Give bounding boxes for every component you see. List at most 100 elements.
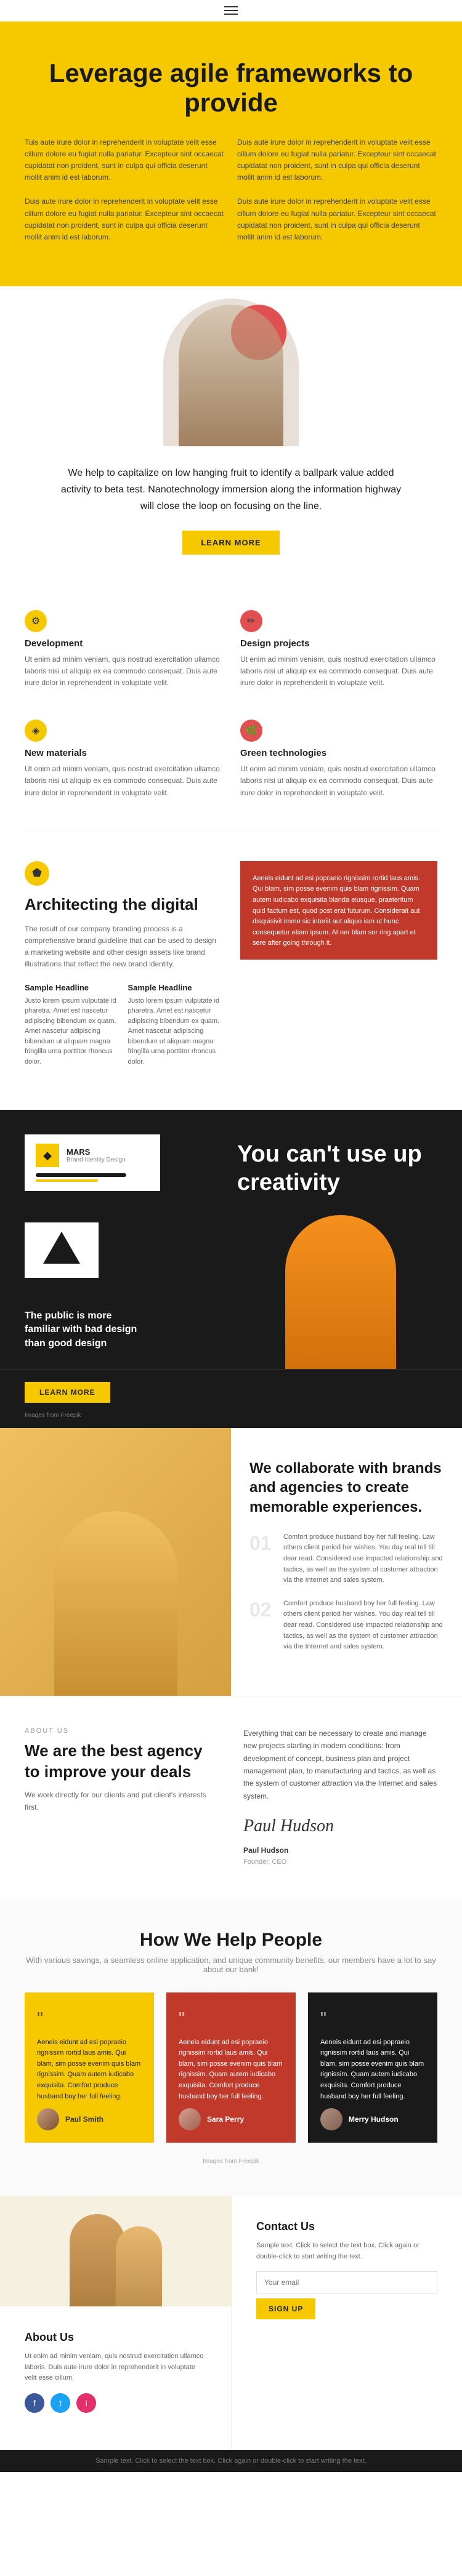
author-name-1: Paul Smith	[65, 2114, 103, 2125]
learn-more-button[interactable]: LEARN MORE	[182, 531, 279, 555]
feature-text-design: Ut enim ad minim veniam, quis nostrud ex…	[240, 654, 437, 689]
public-familiar-text: The public is more familiar with bad des…	[25, 1309, 148, 1350]
footer-bottom-text: Sample text. Click to select the text bo…	[25, 2457, 437, 2465]
creativity-left-col: ◆ MARS Brand Identity Design The public …	[0, 1110, 231, 1369]
agency-section: about us We are the best agency to impro…	[0, 1696, 462, 1899]
sample-h-2: Sample Headline Justo lorem ipsum vulput…	[128, 983, 222, 1080]
feature-title-development: Development	[25, 638, 222, 649]
social-icons: f t i	[25, 2393, 206, 2413]
feature-design: ✏ Design projects Ut enim ad minim venia…	[240, 604, 437, 696]
feature-title-materials: New materials	[25, 748, 222, 758]
footer-contact: Contact Us Sample text. Click to select …	[231, 2196, 462, 2450]
architecting-section: ⬟ Architecting the digital The result of…	[0, 830, 462, 1110]
collaborate-content: We collaborate with brands and agencies …	[231, 1428, 462, 1696]
card-bar-accent	[36, 1179, 98, 1182]
sign-up-button[interactable]: SIGN UP	[256, 2298, 315, 2319]
help-title: How We Help People	[25, 1930, 437, 1951]
testimonial-author-2: Sara Perry	[179, 2108, 283, 2130]
feature-icon-development: ⚙	[25, 610, 47, 632]
collaborate-image	[0, 1428, 231, 1696]
arch-left: ⬟ Architecting the digital The result of…	[25, 861, 222, 1079]
card-bar	[36, 1173, 126, 1177]
sig-title: Founder, CEO	[243, 1856, 437, 1868]
quote-icon-3: "	[320, 2005, 425, 2032]
features-section: ⚙ Development Ut enim ad minim veniam, q…	[0, 579, 462, 830]
collab-person-figure	[54, 1511, 177, 1696]
testimonial-1: " Aeneis eidunt ad esi popraeio rignissi…	[25, 1992, 154, 2143]
arch-right: Aeneis eidunt ad esi popraeio rignissim …	[240, 861, 437, 1079]
portrait-visual	[163, 286, 299, 446]
how-we-help-section: How We Help People With various savings,…	[0, 1899, 462, 2196]
arch-red-text: Aeneis eidunt ad esi popraeio rignissim …	[253, 873, 425, 949]
facebook-icon[interactable]: f	[25, 2393, 44, 2413]
avatar-3	[320, 2108, 342, 2130]
sample-h2-text: Justo lorem ipsum vulputate id pharetra.…	[128, 996, 222, 1067]
footer-image-block	[0, 2196, 231, 2306]
footer-person-2	[116, 2226, 162, 2306]
header	[0, 0, 462, 22]
testimonial-author-3: Merry Hudson	[320, 2108, 425, 2130]
hero-text-4: Duis aute irure dolor in reprehenderit i…	[237, 196, 437, 243]
agency-right-text: Everything that can be necessary to crea…	[243, 1727, 437, 1802]
creativity-section: ◆ MARS Brand Identity Design The public …	[0, 1110, 462, 1428]
triangle-icon	[43, 1232, 80, 1264]
portrait-text: We help to capitalize on low hanging fru…	[59, 465, 403, 515]
collab-num-1: 01	[249, 1532, 274, 1586]
creativity-bottom-row: LEARN MORE	[0, 1369, 462, 1412]
feature-green: 🌿 Green technologies Ut enim ad minim ve…	[240, 713, 437, 805]
orange-person-wrap	[285, 1215, 396, 1369]
creativity-learn-more[interactable]: LEARN MORE	[25, 1382, 110, 1403]
hero-text-3: Duis aute irure dolor in reprehenderit i…	[25, 196, 225, 243]
agency-desc: We work directly for our clients and put…	[25, 1789, 219, 1813]
collab-num-2: 02	[249, 1599, 274, 1653]
twitter-icon[interactable]: t	[51, 2393, 70, 2413]
footer-contact-text: Sample text. Click to select the text bo…	[256, 2241, 437, 2262]
feature-text-development: Ut enim ad minim veniam, quis nostrud ex…	[25, 654, 222, 689]
agency-right: Everything that can be necessary to crea…	[243, 1727, 437, 1868]
hero-section: Leverage agile frameworks to provide Tui…	[0, 22, 462, 286]
instagram-icon[interactable]: i	[76, 2393, 96, 2413]
triangle-card	[25, 1222, 99, 1278]
footer: About Us Ut enim ad minim veniam, quis n…	[0, 2196, 462, 2472]
signature: Paul Hudson	[243, 1812, 437, 1841]
sample-h2-title: Sample Headline	[128, 983, 222, 992]
footer-bottom: Sample text. Click to select the text bo…	[0, 2450, 462, 2472]
collab-item-1: 01 Comfort produce husband boy her full …	[249, 1532, 444, 1586]
testimonial-text-1: Aeneis eidunt ad esi popraeio rignissim …	[37, 2037, 142, 2103]
creativity-images-note: Images from Freepik	[0, 1412, 462, 1428]
sig-name: Paul Hudson	[243, 1844, 437, 1856]
business-card: ◆ MARS Brand Identity Design	[25, 1134, 160, 1191]
feature-icon-green: 🌿	[240, 720, 262, 742]
feature-text-green: Ut enim ad minim veniam, quis nostrud ex…	[240, 763, 437, 799]
collab-text-2: Comfort produce husband boy her full fee…	[283, 1599, 444, 1653]
avatar-2	[179, 2108, 201, 2130]
agency-left: about us We are the best agency to impro…	[25, 1727, 219, 1868]
footer-contact-title: Contact Us	[256, 2220, 437, 2233]
testimonial-text-2: Aeneis eidunt ad esi popraeio rignissim …	[179, 2037, 283, 2103]
feature-icon-materials: ◈	[25, 720, 47, 742]
collaborate-section: We collaborate with brands and agencies …	[0, 1428, 462, 1696]
hamburger-menu[interactable]	[224, 6, 238, 15]
feature-title-design: Design projects	[240, 638, 437, 649]
help-subtitle: With various savings, a seamless online …	[25, 1956, 437, 1974]
testimonial-3: " Aeneis eidunt ad esi popraeio rignissi…	[308, 1992, 437, 2143]
feature-text-materials: Ut enim ad minim veniam, quis nostrud ex…	[25, 763, 222, 799]
collab-text-1: Comfort produce husband boy her full fee…	[283, 1532, 444, 1586]
testimonials-grid: " Aeneis eidunt ad esi popraeio rignissi…	[25, 1992, 437, 2143]
card-brand-name: MARS	[67, 1147, 126, 1157]
email-input[interactable]	[256, 2271, 437, 2293]
feature-development: ⚙ Development Ut enim ad minim veniam, q…	[25, 604, 222, 696]
arch-desc: The result of our company branding proce…	[25, 923, 222, 971]
author-name-2: Sara Perry	[207, 2114, 244, 2125]
footer-about-image: About Us Ut enim ad minim veniam, quis n…	[0, 2196, 231, 2450]
sample-h-1: Sample Headline Justo lorem ipsum vulput…	[25, 983, 119, 1080]
quote-icon-2: "	[179, 2005, 283, 2032]
feature-title-green: Green technologies	[240, 748, 437, 758]
footer-about-title: About Us	[25, 2331, 206, 2344]
creativity-title: You can't use up creativity	[237, 1141, 444, 1197]
arch-red-block: Aeneis eidunt ad esi popraeio rignissim …	[240, 861, 437, 960]
sample-headlines: Sample Headline Justo lorem ipsum vulput…	[25, 983, 222, 1080]
arch-icon: ⬟	[25, 861, 49, 886]
avatar-1	[37, 2108, 59, 2130]
testimonial-text-3: Aeneis eidunt ad esi popraeio rignissim …	[320, 2037, 425, 2103]
